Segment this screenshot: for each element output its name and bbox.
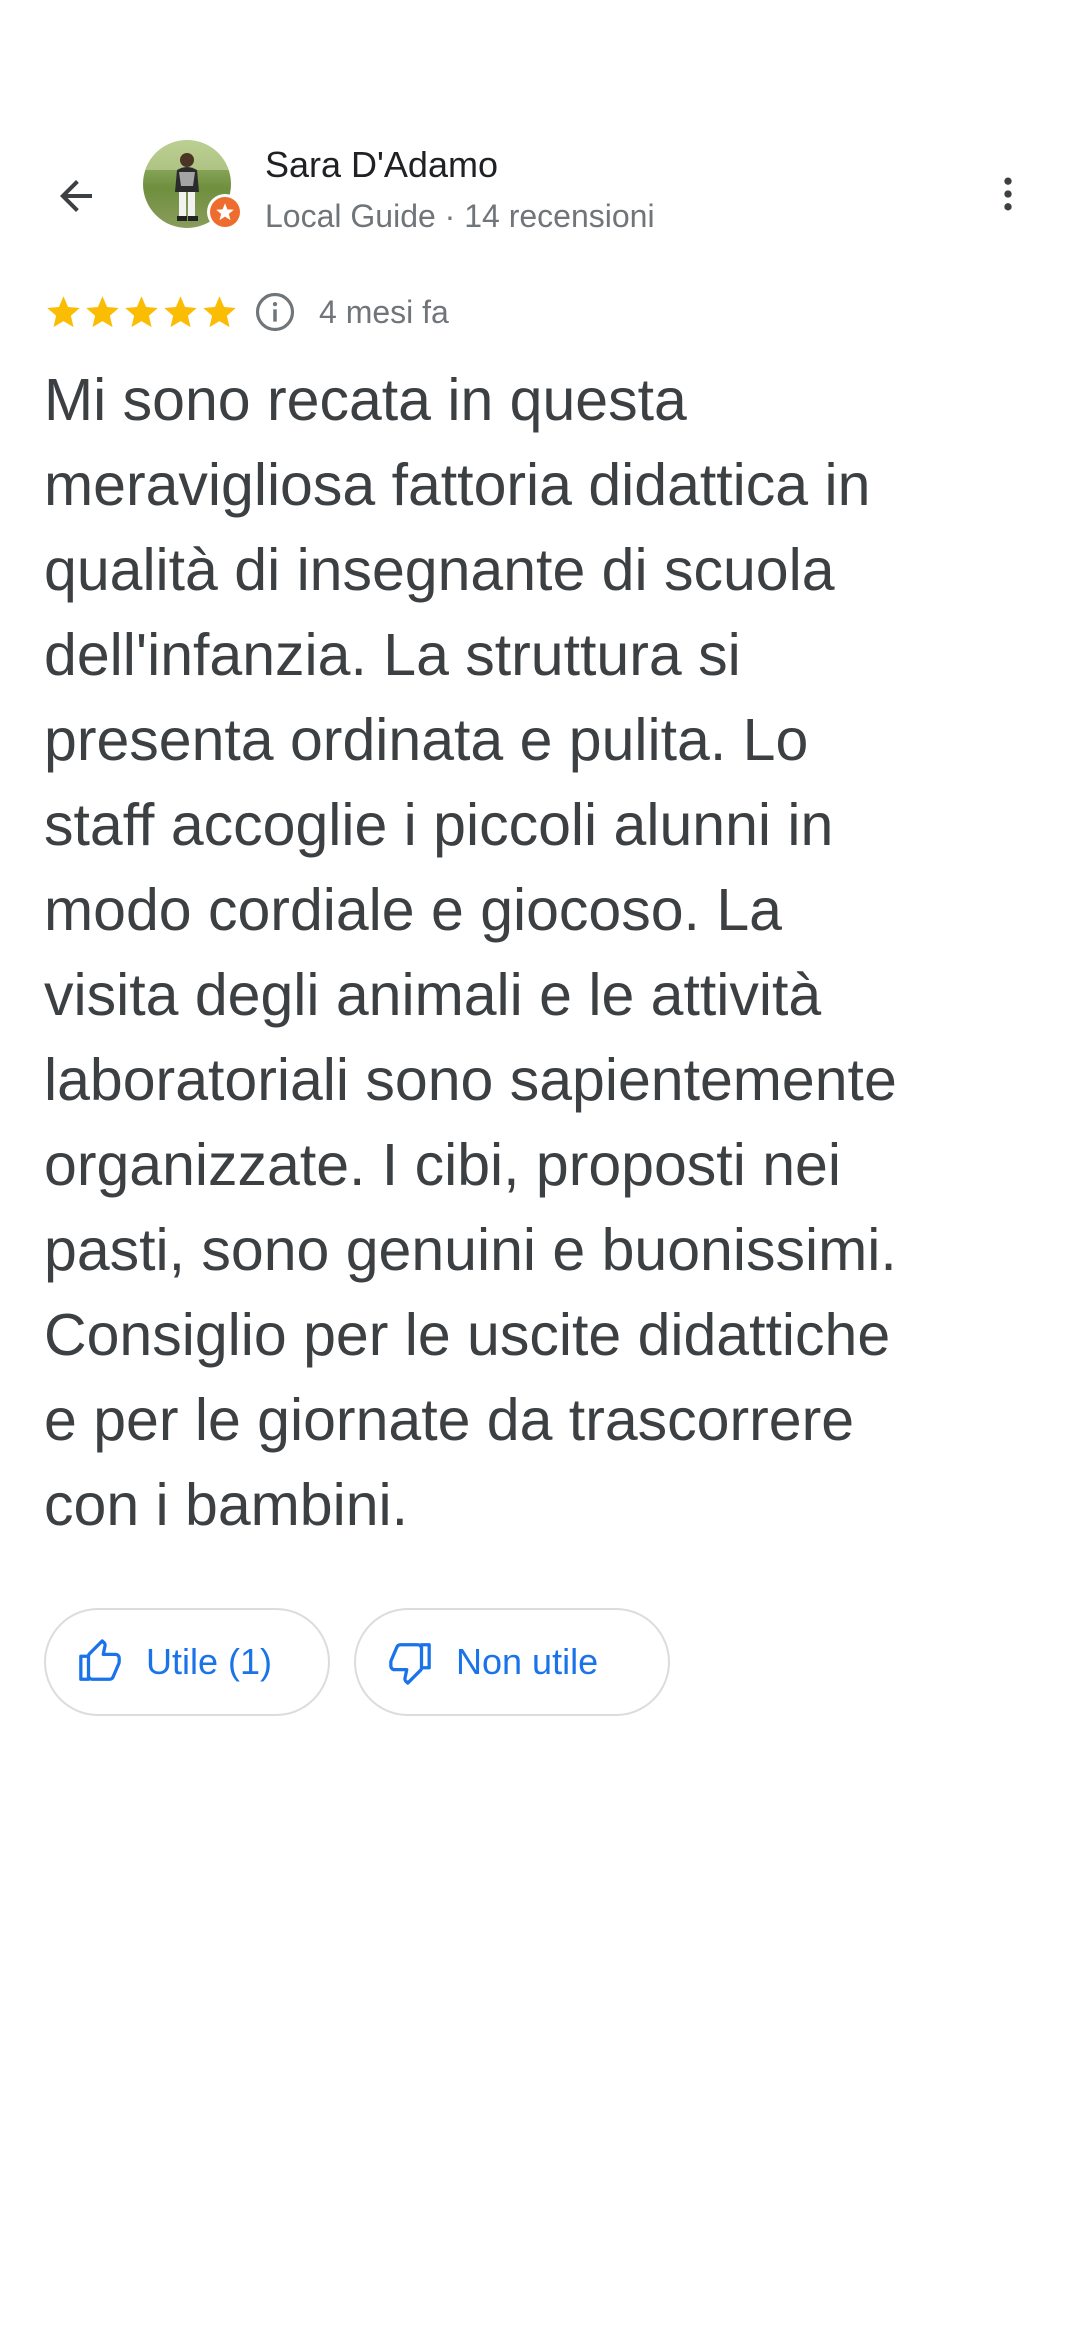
reviewer-meta: Local Guide · 14 recensioni bbox=[265, 198, 655, 234]
helpful-button[interactable]: Utile (1) bbox=[44, 1608, 330, 1716]
star-icon bbox=[164, 295, 197, 327]
review-text-line: dell'infanzia. La struttura si bbox=[44, 622, 741, 688]
helpful-label: Utile (1) bbox=[146, 1641, 273, 1682]
review-text-line: Consiglio per le uscite didattiche bbox=[44, 1302, 891, 1368]
review-text-line: pasti, sono genuini e buonissimi. bbox=[44, 1217, 897, 1283]
not-helpful-button[interactable]: Non utile bbox=[354, 1608, 670, 1716]
review-actions: Utile (1) Non utile bbox=[44, 1608, 670, 1716]
info-icon bbox=[255, 292, 295, 332]
not-helpful-label: Non utile bbox=[456, 1641, 599, 1682]
star-icon bbox=[47, 295, 80, 327]
star-icon bbox=[86, 295, 119, 327]
review-text-line: staff accoglie i piccoli alunni in bbox=[44, 792, 834, 858]
thumb-up-icon bbox=[79, 1639, 121, 1681]
star-rating bbox=[44, 293, 239, 332]
local-guide-badge bbox=[207, 194, 243, 230]
local-guide-star-icon bbox=[216, 203, 234, 221]
review-text-line: modo cordiale e giocoso. La bbox=[44, 877, 782, 943]
review-text: Mi sono recata in questa meravigliosa fat… bbox=[44, 358, 1044, 1548]
back-button[interactable] bbox=[40, 160, 112, 232]
more-vert-icon bbox=[1004, 177, 1012, 211]
review-text-line: presenta ordinata e pulita. Lo bbox=[44, 707, 809, 773]
review-text-line: qualità di insegnante di scuola bbox=[44, 537, 835, 603]
review-text-line: laboratoriali sono sapientemente bbox=[44, 1047, 897, 1113]
review-text-line: visita degli animali e le attività bbox=[44, 962, 822, 1028]
review-text-line: organizzate. I cibi, proposti nei bbox=[44, 1132, 841, 1198]
thumb-down-icon bbox=[389, 1643, 431, 1685]
star-icon bbox=[203, 295, 236, 327]
more-options-button[interactable] bbox=[972, 158, 1044, 230]
review-text-line: meravigliosa fattoria didattica in bbox=[44, 452, 871, 518]
review-text-line: e per le giornate da trascorrere bbox=[44, 1387, 855, 1453]
review-text-line: con i bambini. bbox=[44, 1472, 409, 1538]
review-date: 4 mesi fa bbox=[319, 293, 449, 330]
review-text-line: Mi sono recata in questa bbox=[44, 367, 687, 433]
star-icon bbox=[125, 295, 158, 327]
rating-row: 4 mesi fa bbox=[44, 288, 449, 336]
reviewer-name[interactable]: Sara D'Adamo bbox=[265, 144, 498, 186]
arrow-back-icon bbox=[60, 180, 92, 212]
avatar-container[interactable] bbox=[143, 140, 243, 240]
info-button[interactable] bbox=[253, 290, 297, 334]
review-header: Sara D'Adamo Local Guide · 14 recensioni bbox=[0, 140, 1080, 240]
